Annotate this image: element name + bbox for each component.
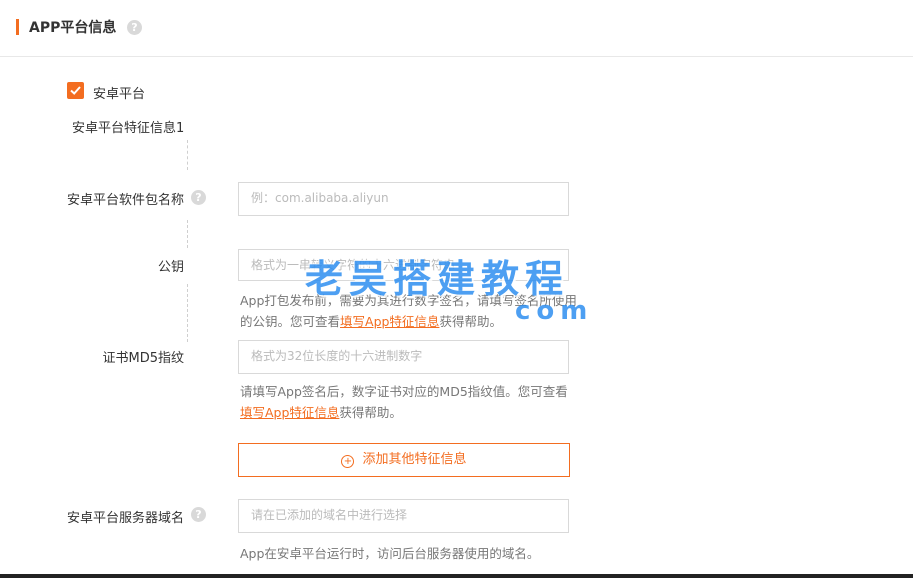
android-platform-checkbox[interactable] <box>67 82 84 99</box>
add-feature-info-button[interactable]: + 添加其他特征信息 <box>238 443 570 477</box>
connector-line <box>187 284 188 342</box>
server-domain-select[interactable]: 请在已添加的域名中进行选择 <box>238 499 569 533</box>
section-header: APP平台信息 ? <box>0 0 913 57</box>
help-icon[interactable]: ? <box>191 190 206 205</box>
watermark: 老吴搭建教程 com <box>305 257 594 326</box>
feature-info-help-link[interactable]: 填写App特征信息 <box>340 314 439 329</box>
server-domain-help: App在安卓平台运行时，访问后台服务器使用的域名。 <box>240 546 540 561</box>
connector-line <box>187 140 188 170</box>
package-name-label: 安卓平台软件包名称 <box>66 193 184 208</box>
header-accent-bar <box>16 19 19 35</box>
server-domain-label: 安卓平台服务器域名 <box>66 511 184 526</box>
bottom-border <box>0 574 913 578</box>
package-name-input[interactable]: 例：com.alibaba.aliyun <box>238 182 569 216</box>
feature-section-title: 安卓平台特征信息1 <box>72 121 185 136</box>
page-title: APP平台信息 <box>29 20 117 36</box>
public-key-label: 公钥 <box>157 260 184 275</box>
help-icon[interactable]: ? <box>127 20 142 35</box>
connector-line <box>187 220 188 248</box>
feature-info-help-link[interactable]: 填写App特征信息 <box>240 405 339 420</box>
check-icon <box>70 86 81 95</box>
plus-circle-icon: + <box>341 455 355 468</box>
md5-label: 证书MD5指纹 <box>102 351 185 366</box>
help-icon[interactable]: ? <box>191 507 206 522</box>
md5-input[interactable]: 格式为32位长度的十六进制数字 <box>238 340 569 374</box>
md5-help: 请填写App签名后，数字证书对应的MD5指纹值。您可查看填写App特征信息获得帮… <box>240 384 568 420</box>
android-platform-label: 安卓平台 <box>93 87 146 102</box>
